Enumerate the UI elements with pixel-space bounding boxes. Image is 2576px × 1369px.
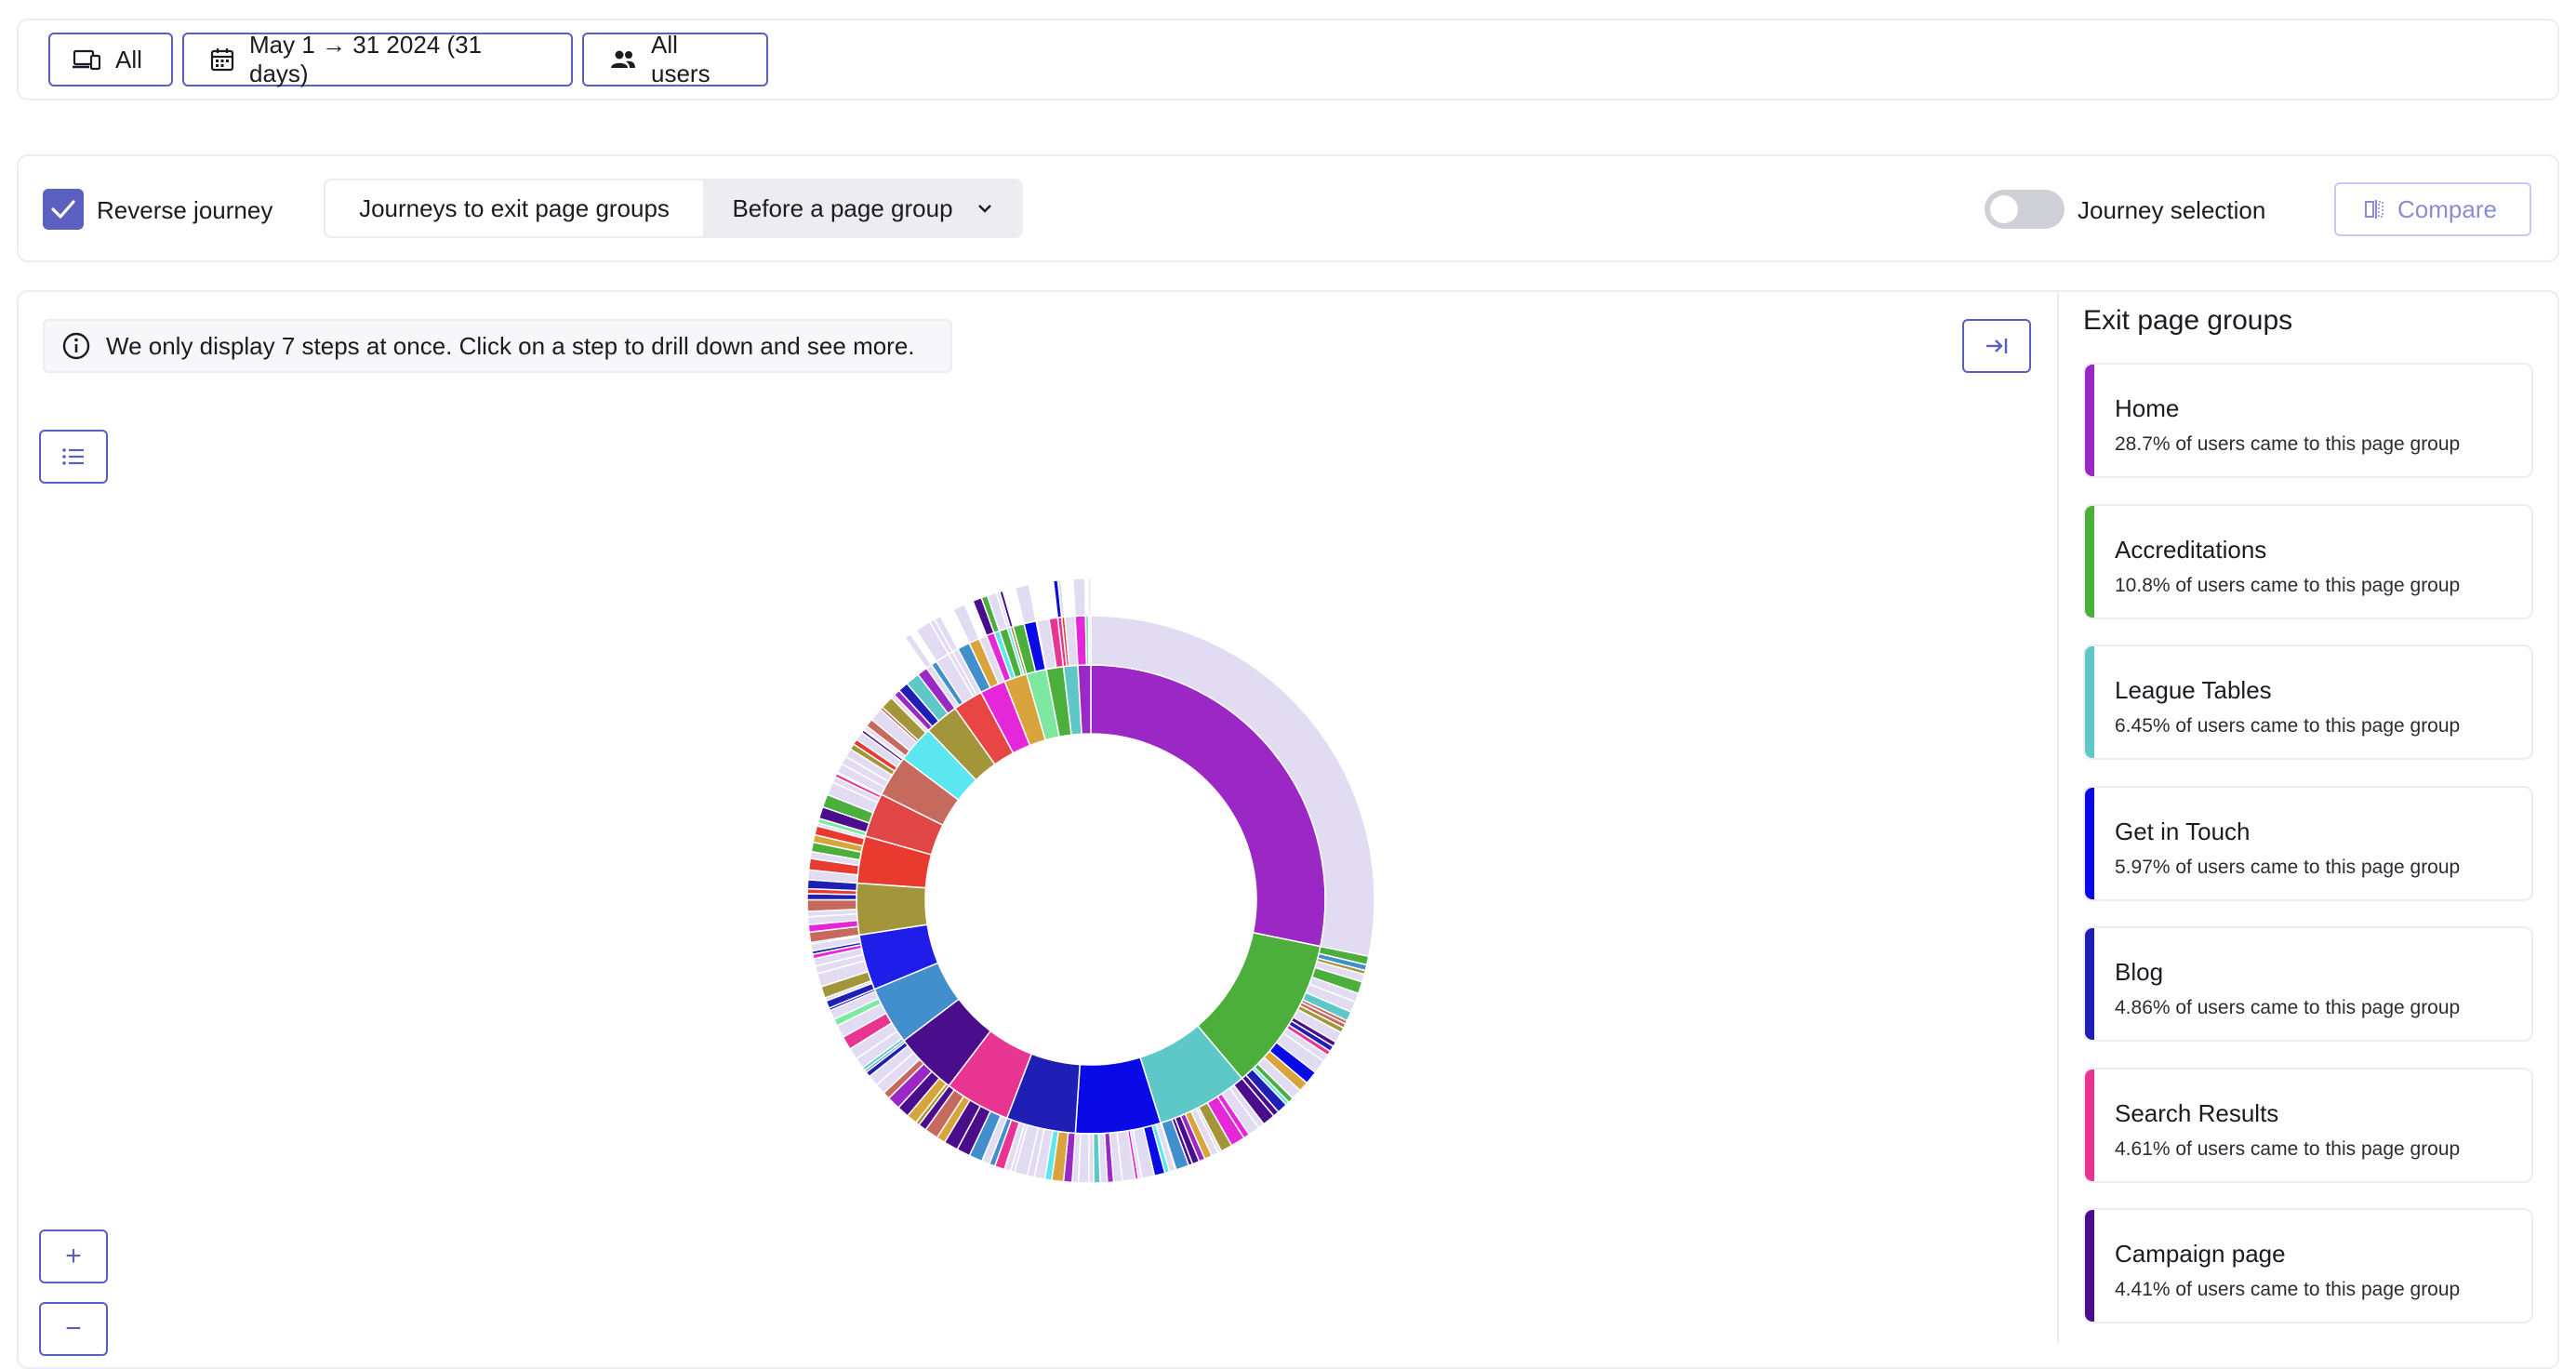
legend-item-desc: 4.41% of users came to this page group: [2115, 1279, 2461, 1300]
legend-title: Exit page groups: [2083, 305, 2293, 336]
legend-item-desc: 10.8% of users came to this page group: [2115, 574, 2461, 596]
legend-item[interactable]: Search Results 4.61% of users came to thi…: [2083, 1067, 2533, 1183]
legend-item[interactable]: Blog 4.86% of users came to this page gro…: [2083, 926, 2533, 1042]
legend-item[interactable]: Get in Touch 5.97% of users came to this …: [2083, 785, 2533, 901]
sunburst-segment-outer[interactable]: [1087, 578, 1092, 617]
legend-item[interactable]: Home 28.7% of users came to this page gro…: [2083, 363, 2533, 478]
legend-item-name: Home: [2115, 394, 2180, 422]
legend-color-bar: [2085, 365, 2094, 476]
sunburst-chart: [806, 578, 1375, 1184]
legend-item-name: Campaign page: [2115, 1240, 2286, 1268]
legend-item-desc: 6.45% of users came to this page group: [2115, 715, 2461, 737]
legend-item-name: Accreditations: [2115, 535, 2267, 564]
compare-button[interactable]: Compare: [2334, 182, 2531, 236]
legend-item[interactable]: Accreditations 10.8% of users came to thi…: [2083, 503, 2533, 619]
legend-item-desc: 4.61% of users came to this page group: [2115, 1137, 2461, 1160]
compare-label: Compare: [2397, 194, 2497, 223]
sunburst-segment-outer[interactable]: [1074, 615, 1088, 667]
legend-color-bar: [2085, 1210, 2094, 1322]
legend-color-bar: [2085, 928, 2094, 1040]
legend-item-desc: 28.7% of users came to this page group: [2115, 433, 2461, 455]
legend-color-bar: [2085, 1069, 2094, 1181]
legend-item-name: League Tables: [2115, 676, 2272, 704]
legend-color-bar: [2085, 787, 2094, 899]
legend-item[interactable]: League Tables 6.45% of users came to this…: [2083, 645, 2533, 760]
legend-item-desc: 5.97% of users came to this page group: [2115, 856, 2461, 878]
legend-item-name: Blog: [2115, 958, 2164, 986]
legend-item-name: Search Results: [2115, 1098, 2279, 1127]
sunburst-segment-outer[interactable]: [806, 898, 858, 912]
legend-color-bar: [2085, 505, 2094, 618]
journey-selection-label: Journey selection: [2078, 196, 2266, 224]
legend-color-bar: [2085, 646, 2094, 758]
compare-icon: [2365, 200, 2383, 219]
legend-divider: [2057, 292, 2059, 1343]
sunburst-segment-outer[interactable]: [1087, 615, 1092, 666]
sunburst-segment-outer[interactable]: [1072, 578, 1087, 618]
legend-item-desc: 4.86% of users came to this page group: [2115, 997, 2461, 1018]
sunburst-segment-outer[interactable]: [952, 603, 980, 645]
legend-item[interactable]: Campaign page 4.41% of users came to this…: [2083, 1208, 2533, 1323]
legend-item-name: Get in Touch: [2115, 817, 2251, 845]
